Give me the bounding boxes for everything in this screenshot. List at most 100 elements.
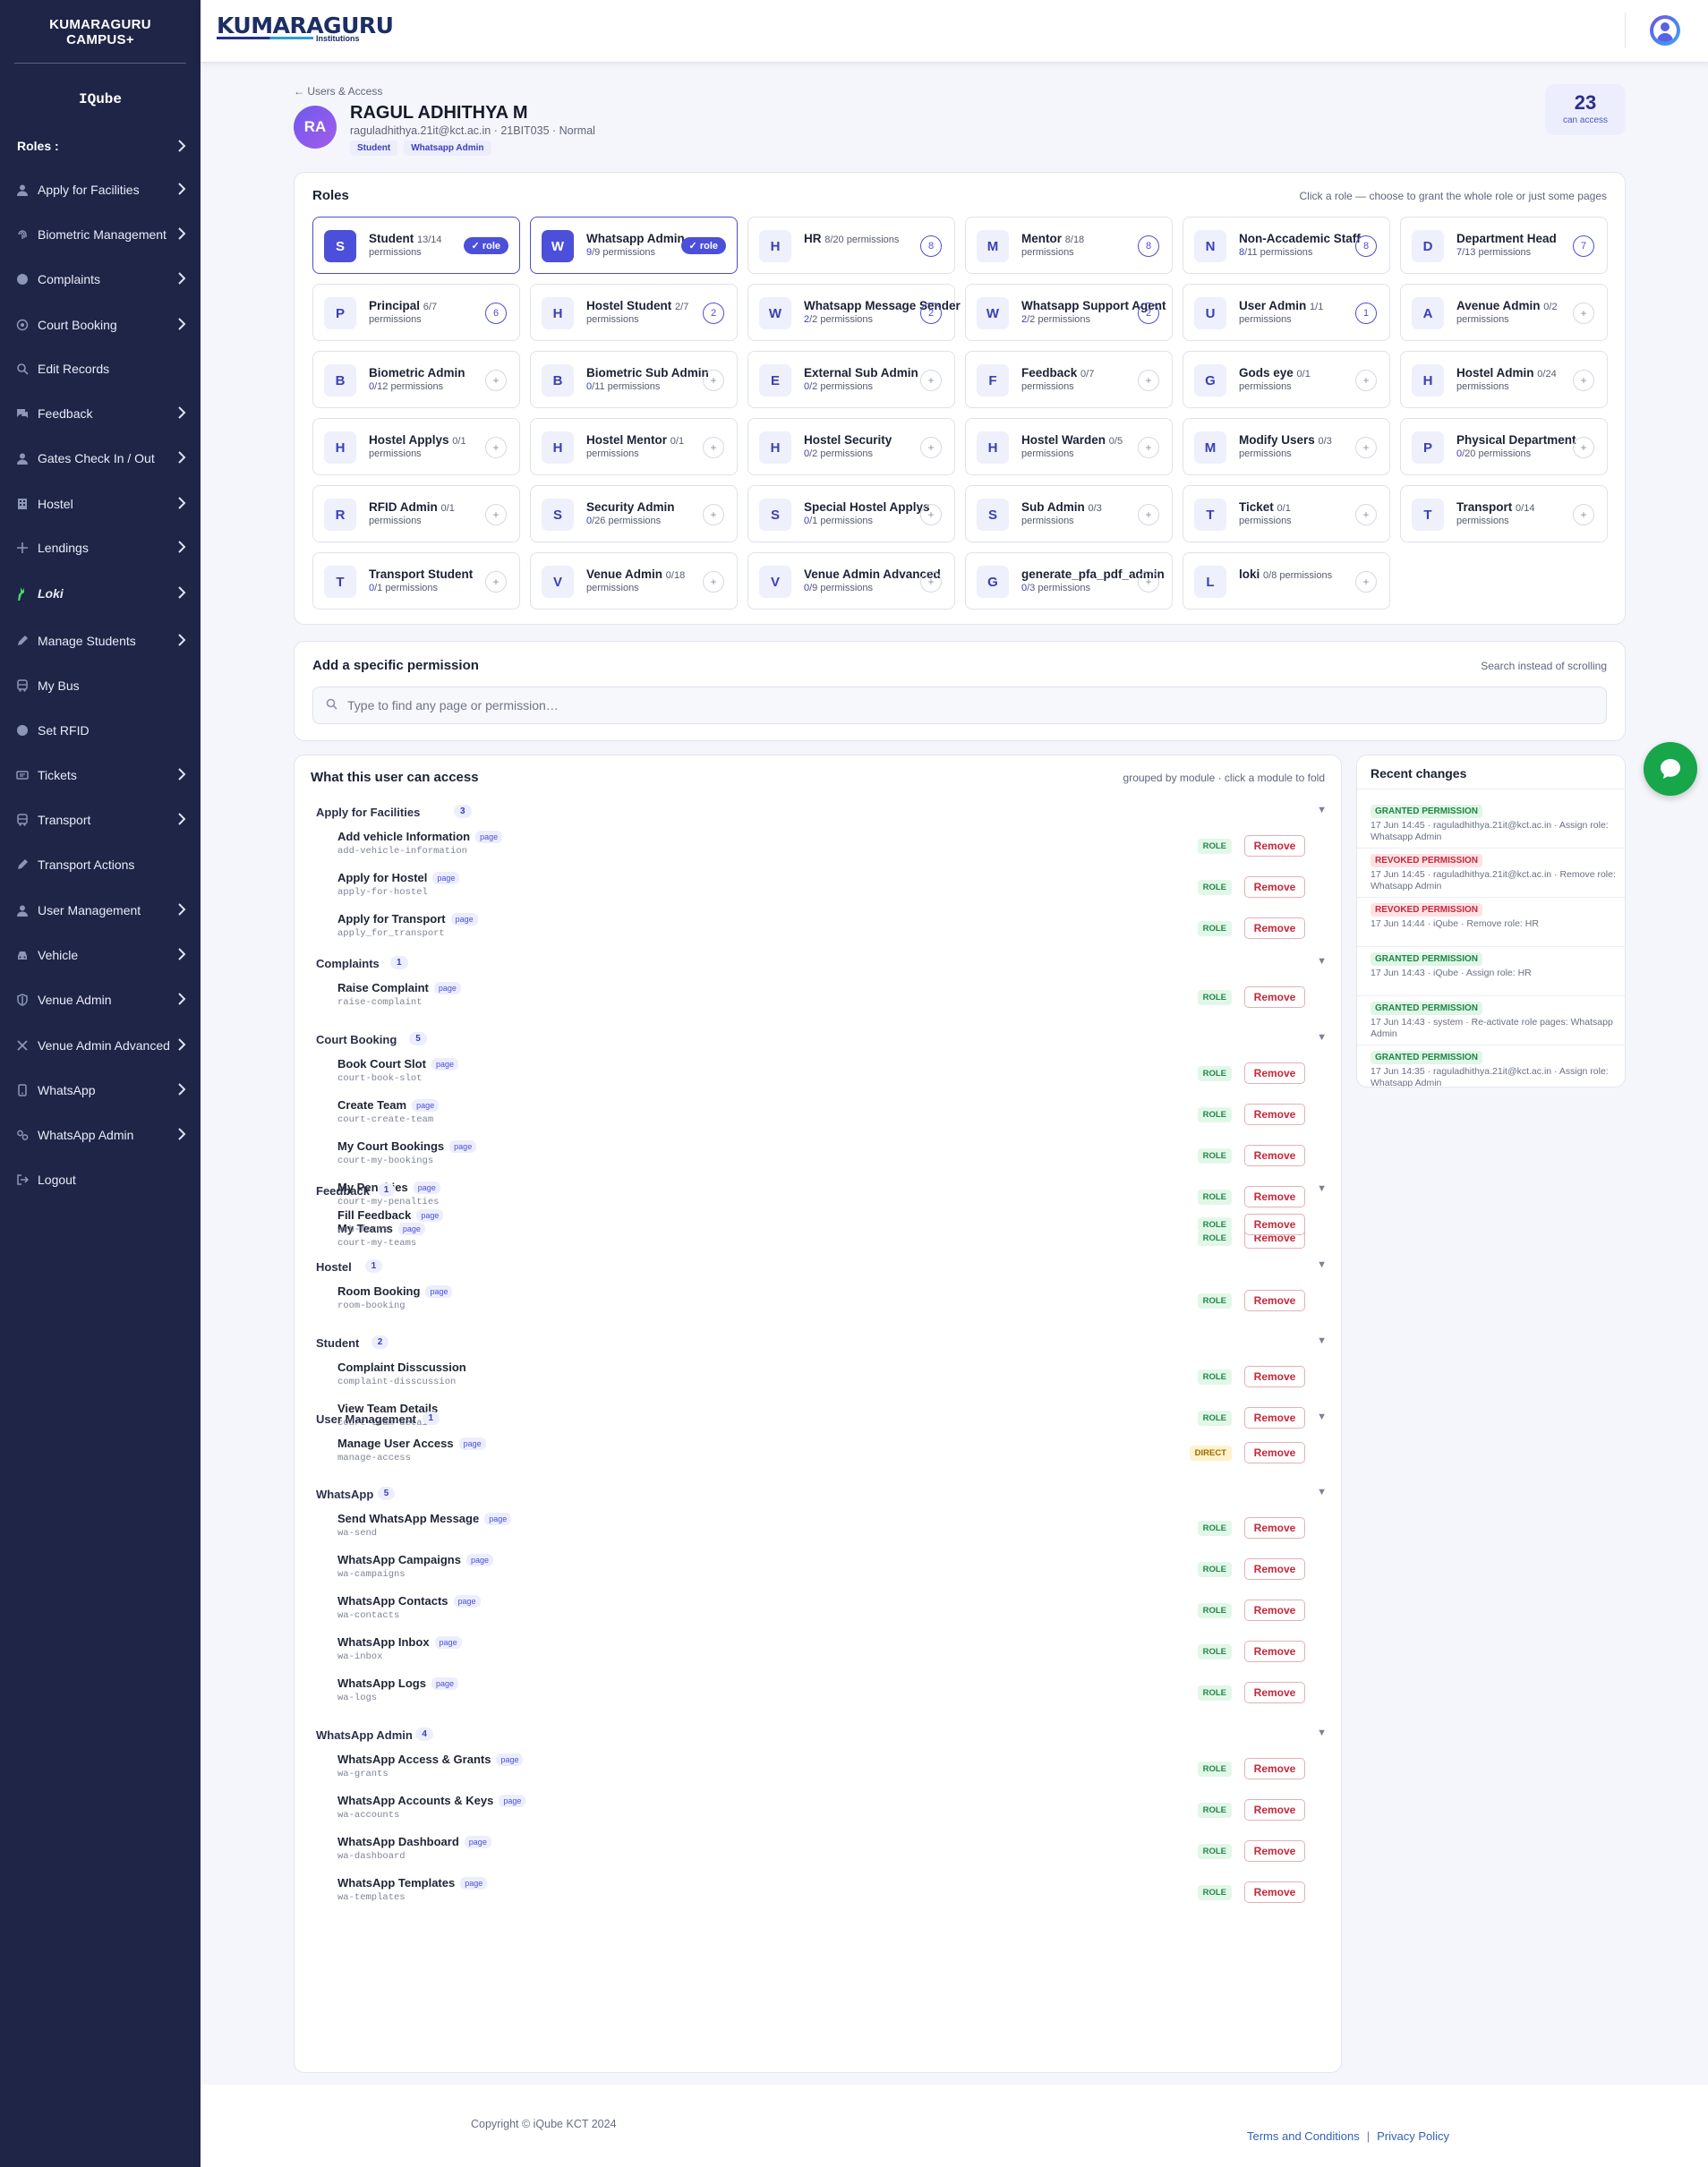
sidebar-item-manage-students[interactable]: Manage Students [0,625,201,657]
add-role-button[interactable]: + [920,370,942,391]
role-card-hostel-student[interactable]: H Hostel Student 2/7 permissions 2 [530,284,738,341]
role-card-special-hostel-applys[interactable]: S Special Hostel Applys 0/1 permissions + [747,485,955,542]
role-partial-count-badge[interactable]: 8 [1138,235,1159,257]
remove-permission-button[interactable]: Remove [1244,1214,1305,1235]
role-granted-toggle[interactable]: ✓ role [463,237,508,254]
remove-permission-button[interactable]: Remove [1244,1558,1305,1580]
privacy-link[interactable]: Privacy Policy [1377,2129,1449,2143]
add-role-button[interactable]: + [1355,437,1377,458]
module-header-user-management[interactable]: User Management 1 ▼ [316,1410,1327,1429]
role-card-physical-department[interactable]: P Physical Department 0/20 permissions + [1400,418,1608,475]
role-card-whatsapp-admin[interactable]: W Whatsapp Admin 9/9 permissions ✓ role [530,217,738,274]
remove-permission-button[interactable]: Remove [1244,1600,1305,1621]
sidebar-item-whatsapp-admin[interactable]: WhatsApp Admin [0,1119,201,1151]
roles-toggle[interactable]: Roles : [17,136,186,156]
role-card-gods-eye[interactable]: G Gods eye 0/1 permissions + [1183,351,1390,408]
role-card-generate-pfa-pdf-admin[interactable]: Ggenerate_pfa_pdf_admin 0/3 permissions + [965,552,1173,610]
role-card-hostel-admin[interactable]: H Hostel Admin 0/24 permissions + [1400,351,1608,408]
role-card-student[interactable]: S Student 13/14 permissions ✓ role [312,217,520,274]
module-header-apply-for-facilities[interactable]: Apply for Facilities 3 ▼ [316,803,1327,823]
module-header-complaints[interactable]: Complaints 1 ▼ [316,954,1327,974]
role-card-ticket[interactable]: T Ticket 0/1 permissions + [1183,485,1390,542]
role-card-transport-student[interactable]: T Transport Student 0/1 permissions + [312,552,520,610]
role-partial-count-badge[interactable]: 1 [1355,303,1377,324]
add-role-button[interactable]: + [1573,504,1594,525]
collapse-icon[interactable]: ▼ [1317,956,1327,967]
remove-permission-button[interactable]: Remove [1244,1145,1305,1166]
remove-permission-button[interactable]: Remove [1244,986,1305,1008]
sidebar-item-user-management[interactable]: User Management [0,894,201,926]
role-card-rfid-admin[interactable]: R RFID Admin 0/1 permissions + [312,485,520,542]
role-granted-toggle[interactable]: ✓ role [680,237,726,254]
sidebar-item-tickets[interactable]: Tickets [0,759,201,791]
back-to-users-link[interactable]: ← Users & Access [294,85,382,98]
sidebar-item-biometric-management[interactable]: Biometric Management [0,218,201,251]
role-card-security-admin[interactable]: S Security Admin 0/26 permissions + [530,485,738,542]
role-card-department-head[interactable]: D Department Head 7/13 permissions 7 [1400,217,1608,274]
profile-avatar-icon[interactable] [1650,15,1680,46]
collapse-icon[interactable]: ▼ [1317,1412,1327,1422]
sidebar-item-logout[interactable]: Logout [0,1164,201,1196]
add-role-button[interactable]: + [485,437,507,458]
role-partial-count-badge[interactable]: 7 [1573,235,1594,257]
add-role-button[interactable]: + [1138,370,1159,391]
permission-search-input[interactable] [347,687,1583,723]
add-role-button[interactable]: + [703,504,724,525]
sidebar-item-edit-records[interactable]: Edit Records [0,353,201,385]
role-card-whatsapp-support-agent[interactable]: W Whatsapp Support Agent 2/2 permissions 2 [965,284,1173,341]
collapse-icon[interactable]: ▼ [1317,1259,1327,1270]
add-role-button[interactable]: + [1138,437,1159,458]
add-role-button[interactable]: + [1573,437,1594,458]
role-card-biometric-admin[interactable]: B Biometric Admin 0/12 permissions + [312,351,520,408]
role-card-avenue-admin[interactable]: A Avenue Admin 0/2 permissions + [1400,284,1608,341]
sidebar-item-complaints[interactable]: Complaints [0,263,201,295]
role-card-modify-users[interactable]: M Modify Users 0/3 permissions + [1183,418,1390,475]
sidebar-item-whatsapp[interactable]: WhatsApp [0,1074,201,1106]
role-card-hr[interactable]: H HR 8/20 permissions 8 [747,217,955,274]
remove-permission-button[interactable]: Remove [1244,1366,1305,1387]
remove-permission-button[interactable]: Remove [1244,1840,1305,1862]
remove-permission-button[interactable]: Remove [1244,1758,1305,1779]
collapse-icon[interactable]: ▼ [1317,1183,1327,1194]
collapse-icon[interactable]: ▼ [1317,1728,1327,1738]
module-header-whatsapp[interactable]: WhatsApp 5 ▼ [316,1485,1327,1505]
sidebar-item-set-rfid[interactable]: Set RFID [0,714,201,747]
chat-support-button[interactable] [1644,742,1697,796]
role-card-hostel-warden[interactable]: H Hostel Warden 0/5 permissions + [965,418,1173,475]
add-role-button[interactable]: + [1355,504,1377,525]
remove-permission-button[interactable]: Remove [1244,1442,1305,1463]
sidebar-item-court-booking[interactable]: Court Booking [0,309,201,341]
add-role-button[interactable]: + [485,571,507,593]
role-partial-count-badge[interactable]: 2 [703,303,724,324]
add-role-button[interactable]: + [1138,571,1159,593]
role-partial-count-badge[interactable]: 6 [485,303,507,324]
sidebar-item-my-bus[interactable]: My Bus [0,670,201,702]
add-role-button[interactable]: + [920,504,942,525]
add-role-button[interactable]: + [920,437,942,458]
sidebar-item-lendings[interactable]: Lendings [0,532,201,564]
role-card-feedback[interactable]: F Feedback 0/7 permissions + [965,351,1173,408]
terms-link[interactable]: Terms and Conditions [1247,2129,1360,2143]
role-partial-count-badge[interactable]: 8 [1355,235,1377,257]
remove-permission-button[interactable]: Remove [1244,1799,1305,1821]
sidebar-item-transport-actions[interactable]: Transport Actions [0,849,201,881]
remove-permission-button[interactable]: Remove [1244,1517,1305,1539]
role-card-external-sub-admin[interactable]: E External Sub Admin 0/2 permissions + [747,351,955,408]
add-role-button[interactable]: + [1573,370,1594,391]
role-card-venue-admin-advanced[interactable]: V Venue Admin Advanced 0/9 permissions + [747,552,955,610]
add-role-button[interactable]: + [1573,303,1594,324]
role-card-user-admin[interactable]: U User Admin 1/1 permissions 1 [1183,284,1390,341]
kumaraguru-logo[interactable]: KUMARAGURU [217,14,394,37]
add-role-button[interactable]: + [485,504,507,525]
role-card-sub-admin[interactable]: S Sub Admin 0/3 permissions + [965,485,1173,542]
role-card-venue-admin[interactable]: V Venue Admin 0/18 permissions + [530,552,738,610]
sidebar-item-feedback[interactable]: Feedback [0,397,201,430]
remove-permission-button[interactable]: Remove [1244,835,1305,857]
module-header-hostel[interactable]: Hostel 1 ▼ [316,1258,1327,1277]
add-role-button[interactable]: + [703,571,724,593]
sidebar-item-transport[interactable]: Transport [0,804,201,836]
role-card-biometric-sub-admin[interactable]: B Biometric Sub Admin 0/11 permissions + [530,351,738,408]
collapse-icon[interactable]: ▼ [1317,805,1327,815]
module-header-court-booking[interactable]: Court Booking 5 ▼ [316,1030,1327,1050]
module-header-whatsapp-admin[interactable]: WhatsApp Admin 4 ▼ [316,1726,1327,1745]
